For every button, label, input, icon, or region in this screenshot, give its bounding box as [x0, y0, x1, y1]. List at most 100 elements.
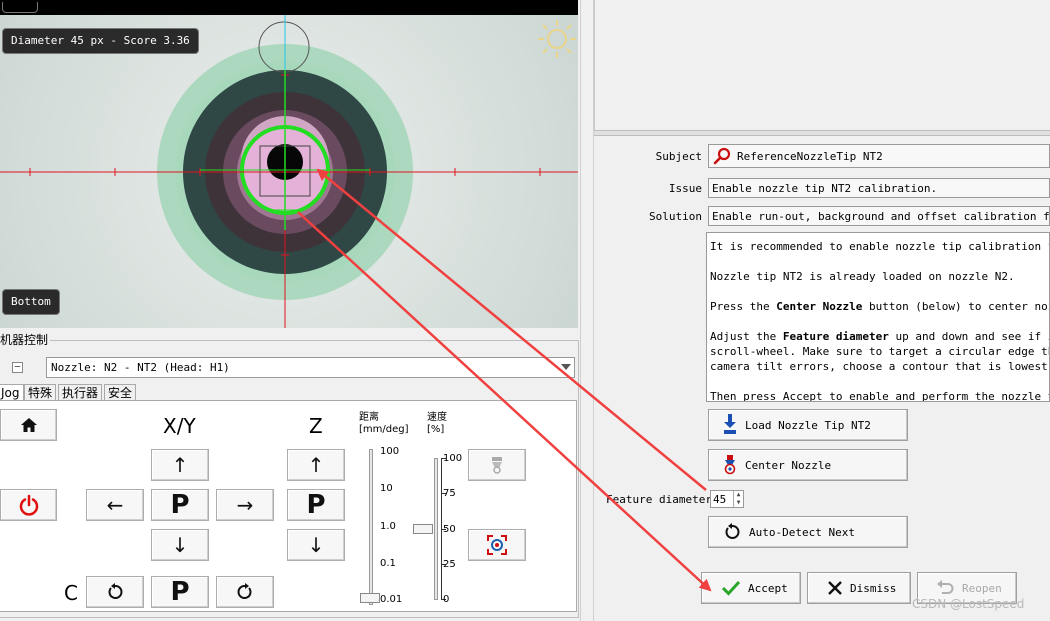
rotate-ccw-button[interactable]	[86, 576, 144, 608]
speed-tick: 75	[443, 488, 456, 499]
arrow-up-icon: ↑	[307, 453, 325, 477]
split-pane-divider[interactable]	[580, 0, 594, 621]
instruction-line: It is recommended to enable nozzle tip c…	[710, 240, 1050, 253]
distance-slider-track[interactable]	[369, 449, 373, 605]
feature-diameter-value: 45	[713, 493, 727, 506]
camera-capture-button[interactable]	[468, 529, 526, 561]
instruction-line: camera tilt errors, choose a contour tha…	[710, 360, 1050, 373]
home-icon	[20, 418, 37, 432]
speed-slider-thumb[interactable]	[413, 524, 433, 534]
load-nozzle-tip-label: Load Nozzle Tip NT2	[745, 418, 871, 432]
dismiss-button[interactable]: Dismiss	[807, 572, 911, 604]
instruction-line: Press the Center Nozzle button (below) t…	[710, 300, 1049, 313]
center-nozzle-button[interactable]: Center Nozzle	[708, 449, 908, 481]
arrow-up-icon: ↑	[171, 453, 189, 477]
top-right-panel	[594, 0, 1050, 130]
checkmark-icon	[722, 580, 740, 596]
distance-label-line1: 距离	[359, 412, 379, 423]
c-axis-label: C	[64, 581, 78, 605]
xy-axis-label: X/Y	[163, 414, 196, 438]
target-icon	[487, 535, 507, 555]
nozzle-load-icon	[724, 414, 736, 434]
collapse-icon[interactable]: –	[12, 362, 23, 373]
nozzle-select[interactable]: Nozzle: N2 - NT2 (Head: H1)	[46, 357, 575, 378]
light-toggle-icon[interactable]	[536, 18, 578, 60]
instruction-line: Nozzle tip NT2 is already loaded on nozz…	[710, 270, 1015, 283]
speed-label-line1: 速度	[427, 412, 447, 423]
instruction-line: scroll-wheel. Make sure to target a circ…	[710, 345, 1050, 358]
distance-slider-thumb[interactable]	[360, 593, 380, 603]
instruction-line: Adjust the Feature diameter up and down …	[710, 330, 1050, 343]
subject-field: ReferenceNozzleTip NT2	[708, 144, 1050, 168]
speed-label-line2: [%]	[427, 424, 445, 435]
auto-detect-next-button[interactable]: Auto-Detect Next	[708, 516, 908, 548]
machine-controls-title: 机器控制	[0, 331, 51, 348]
feature-diameter-spinner[interactable]: 45 ▲ ▼	[710, 490, 744, 508]
jog-z-plus-button[interactable]: ↑	[287, 449, 345, 481]
jog-x-plus-button[interactable]: →	[216, 489, 274, 521]
solution-label: Solution	[649, 210, 702, 223]
jog-z-minus-button[interactable]: ↓	[287, 529, 345, 561]
arrow-right-icon: →	[236, 493, 254, 517]
accept-label: Accept	[748, 581, 788, 595]
issue-label: Issue	[668, 182, 702, 195]
subject-value: ReferenceNozzleTip NT2	[737, 149, 883, 163]
tab-jog[interactable]: Jog	[0, 384, 24, 401]
tab-special[interactable]: 特殊	[24, 384, 57, 401]
power-icon	[19, 494, 38, 516]
park-z-button[interactable]: P	[287, 489, 345, 521]
dismiss-label: Dismiss	[850, 581, 897, 595]
nozzle-select-value: Nozzle: N2 - NT2 (Head: H1)	[51, 361, 230, 374]
close-icon	[828, 581, 842, 595]
chevron-down-icon	[561, 364, 571, 370]
accept-button[interactable]: Accept	[701, 572, 801, 604]
rotate-cw-icon	[237, 583, 252, 599]
feature-diameter-label: Feature diameter	[606, 493, 712, 506]
jog-y-plus-button[interactable]: ↑	[151, 449, 209, 481]
instructions-text: It is recommended to enable nozzle tip c…	[706, 232, 1050, 402]
home-button[interactable]	[0, 409, 57, 441]
speed-tick: 0	[443, 594, 450, 605]
distance-tick: 100	[380, 446, 400, 457]
camera-view-label: Bottom	[2, 289, 60, 315]
search-icon	[713, 147, 731, 165]
solution-field: Enable run-out, background and offset ca…	[708, 206, 1050, 226]
rotate-cw-button[interactable]	[216, 576, 274, 608]
instruction-line: Then press Accept to enable and perform …	[710, 390, 1050, 402]
speed-tick: 100	[443, 453, 463, 464]
nozzle-tip-icon	[492, 457, 502, 474]
distance-tick: 0.1	[380, 558, 396, 569]
jog-y-minus-button[interactable]: ↓	[151, 529, 209, 561]
arrow-down-icon: ↓	[307, 533, 325, 557]
center-nozzle-icon	[724, 455, 736, 475]
distance-tick: 0.01	[380, 594, 403, 605]
distance-label: 距离 [mm/deg]	[359, 412, 409, 436]
spinner-arrows-icon[interactable]: ▲ ▼	[733, 491, 743, 507]
tab-actuators[interactable]: 执行器	[58, 384, 103, 401]
camera-view[interactable]: Diameter 45 px - Score 3.36 Bottom	[0, 0, 578, 328]
tab-safety[interactable]: 安全	[104, 384, 137, 401]
undo-icon	[937, 580, 954, 594]
load-nozzle-tip-button[interactable]: Load Nozzle Tip NT2	[708, 409, 908, 441]
z-axis-label: Z	[309, 414, 323, 438]
arrow-left-icon: ←	[106, 493, 124, 517]
speed-slider-track[interactable]	[434, 458, 438, 600]
jog-x-minus-button[interactable]: ←	[86, 489, 144, 521]
speed-tick: 25	[443, 559, 456, 570]
park-c-button[interactable]: P	[151, 576, 209, 608]
nozzle-tip-button[interactable]	[468, 449, 526, 481]
center-nozzle-label: Center Nozzle	[745, 458, 832, 472]
horizontal-split-divider[interactable]	[594, 130, 1050, 136]
auto-detect-next-label: Auto-Detect Next	[749, 525, 855, 539]
watermark: CSDN @LostSpeed	[912, 597, 1025, 611]
camera-toolbar	[0, 0, 578, 15]
distance-tick: 1.0	[380, 521, 396, 532]
power-button[interactable]	[0, 489, 57, 521]
issue-field: Enable nozzle tip NT2 calibration.	[708, 178, 1050, 198]
refresh-icon	[725, 523, 740, 539]
distance-tick: 10	[380, 483, 393, 494]
park-xy-button[interactable]: P	[151, 489, 209, 521]
speed-label: 速度 [%]	[427, 412, 447, 436]
subject-label: Subject	[655, 150, 702, 163]
rotate-ccw-icon	[108, 583, 123, 599]
